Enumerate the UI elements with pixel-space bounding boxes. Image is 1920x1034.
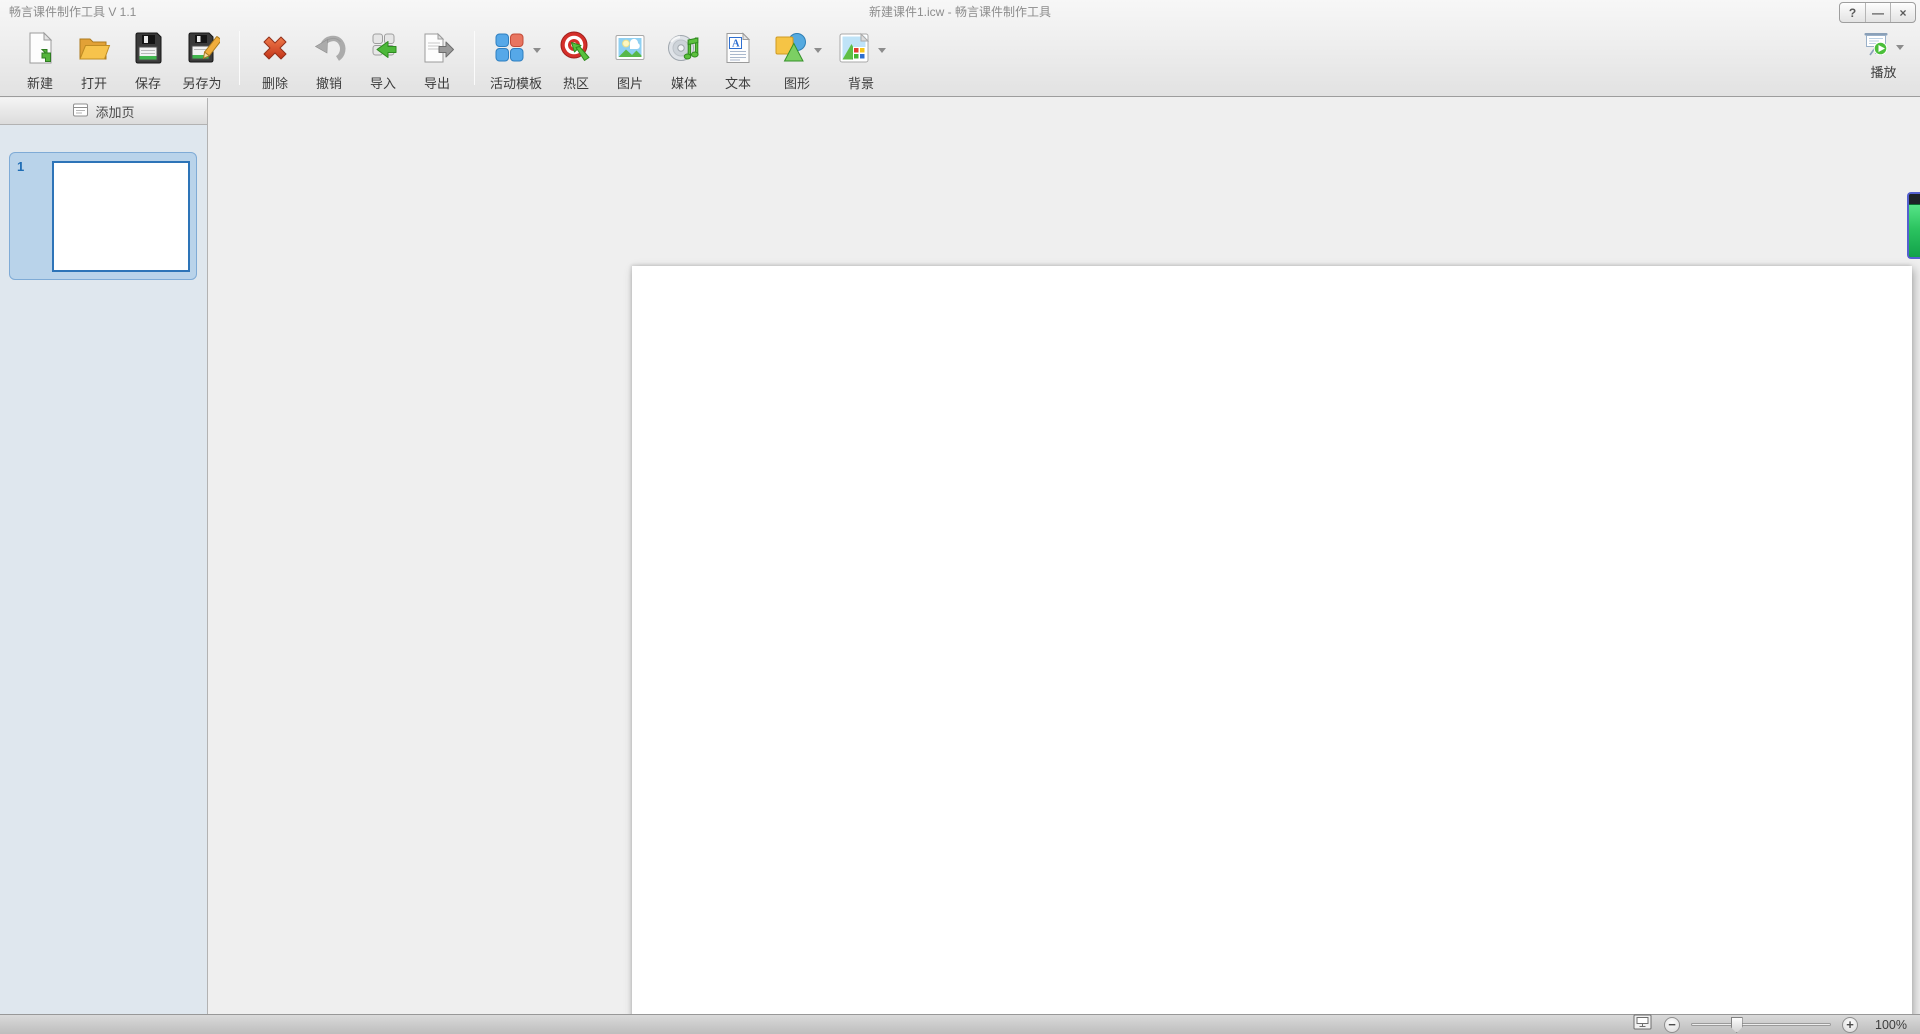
toolbar-new-label: 新建 <box>27 73 53 92</box>
background-dropdown-arrow-icon[interactable] <box>878 48 886 53</box>
page-thumbnail[interactable]: 1 <box>9 152 197 280</box>
toolbar-open-label: 打开 <box>81 73 107 92</box>
open-folder-icon <box>76 30 112 71</box>
shapes-icon <box>772 30 808 71</box>
minimize-button[interactable]: — <box>1865 3 1890 22</box>
toolbar-saveas-label: 另存为 <box>182 73 221 92</box>
toolbar-media-label: 媒体 <box>671 73 697 92</box>
toolbar-open-button[interactable]: 打开 <box>68 29 120 94</box>
template-dropdown-arrow-icon[interactable] <box>533 48 541 53</box>
help-button[interactable]: ? <box>1840 3 1865 22</box>
toolbar-saveas-button[interactable]: 另存为 <box>176 29 228 94</box>
save-as-icon <box>184 30 220 71</box>
toolbar-new-button[interactable]: 新建 <box>14 29 66 94</box>
add-page-button[interactable]: 添加页 <box>0 98 207 125</box>
collapsed-panel-handle[interactable] <box>1907 192 1920 259</box>
toolbar-background-label: 背景 <box>848 73 874 92</box>
toolbar-hotzone-label: 热区 <box>563 73 589 92</box>
toolbar-play-button[interactable]: 播放 <box>1863 34 1904 81</box>
toolbar-background-button[interactable]: 背景 <box>830 29 892 94</box>
activity-template-icon <box>491 30 527 71</box>
toolbar-export-button[interactable]: 导出 <box>411 29 463 94</box>
toolbar-import-label: 导入 <box>370 73 396 92</box>
panel-handle-bar <box>1909 204 1920 257</box>
window-controls: ? — × <box>1839 2 1916 23</box>
toolbar-template-label: 活动模板 <box>490 73 542 92</box>
image-icon <box>612 30 648 71</box>
add-page-label: 添加页 <box>95 102 134 121</box>
add-page-icon <box>72 102 89 121</box>
toolbar-shapes-label: 图形 <box>784 73 810 92</box>
statusbar: − + 100% <box>0 1014 1920 1034</box>
toolbar-undo-label: 撤销 <box>316 73 342 92</box>
undo-icon <box>311 30 347 71</box>
titlebar[interactable]: 畅言课件制作工具 V 1.1 新建课件1.icw - 畅言课件制作工具 ? — … <box>0 0 1920 25</box>
toolbar-media-button[interactable]: 媒体 <box>658 29 710 94</box>
fit-page-button[interactable] <box>1633 1014 1652 1034</box>
toolbar-save-label: 保存 <box>135 73 161 92</box>
main-toolbar: 新建 打开 <box>0 26 1920 96</box>
close-button[interactable]: × <box>1890 3 1915 22</box>
canvas-page[interactable] <box>632 266 1912 1034</box>
toolbar-save-button[interactable]: 保存 <box>122 29 174 94</box>
toolbar-template-button[interactable]: 活动模板 <box>484 29 548 94</box>
play-dropdown-arrow-icon[interactable] <box>1896 45 1904 50</box>
toolbar-export-label: 导出 <box>424 73 450 92</box>
toolbar-hotzone-button[interactable]: 热区 <box>550 29 602 94</box>
zoom-level: 100% <box>1871 1018 1907 1032</box>
page-thumbnail-preview <box>52 161 190 272</box>
toolbar-import-button[interactable]: 导入 <box>357 29 409 94</box>
zoom-out-button[interactable]: − <box>1664 1017 1680 1033</box>
page-number: 1 <box>17 159 24 174</box>
play-icon <box>1863 31 1890 63</box>
page-list-sidebar: 添加页 1 <box>0 98 208 1014</box>
new-file-icon <box>22 30 58 71</box>
text-icon: A <box>720 30 756 71</box>
toolbar-play-label: 播放 <box>1870 62 1896 81</box>
hotzone-icon <box>558 30 594 71</box>
import-icon <box>365 30 401 71</box>
toolbar-image-button[interactable]: 图片 <box>604 29 656 94</box>
zoom-in-button[interactable]: + <box>1842 1017 1858 1033</box>
document-title: 新建课件1.icw - 畅言课件制作工具 <box>0 0 1920 24</box>
zoom-slider-thumb[interactable] <box>1731 1017 1743 1033</box>
toolbar-image-label: 图片 <box>617 73 643 92</box>
export-icon <box>419 30 455 71</box>
shapes-dropdown-arrow-icon[interactable] <box>814 48 822 53</box>
toolbar-separator <box>474 31 475 85</box>
editor-workspace <box>209 98 1920 1014</box>
save-icon <box>130 30 166 71</box>
toolbar-delete-button[interactable]: 删除 <box>249 29 301 94</box>
toolbar-undo-button[interactable]: 撤销 <box>303 29 355 94</box>
toolbar-text-label: 文本 <box>725 73 751 92</box>
application-window: 畅言课件制作工具 V 1.1 新建课件1.icw - 畅言课件制作工具 ? — … <box>0 0 1920 1034</box>
toolbar-text-button[interactable]: A 文本 <box>712 29 764 94</box>
top-chrome: 畅言课件制作工具 V 1.1 新建课件1.icw - 畅言课件制作工具 ? — … <box>0 0 1920 97</box>
svg-text:A: A <box>732 39 740 50</box>
toolbar-shapes-button[interactable]: 图形 <box>766 29 828 94</box>
media-icon <box>666 30 702 71</box>
background-icon <box>836 30 872 71</box>
fit-page-icon <box>1633 1014 1652 1034</box>
toolbar-delete-label: 删除 <box>262 73 288 92</box>
toolbar-separator <box>239 31 240 85</box>
zoom-slider[interactable] <box>1691 1023 1831 1026</box>
panel-handle-cap <box>1909 194 1920 204</box>
delete-icon <box>257 30 293 71</box>
